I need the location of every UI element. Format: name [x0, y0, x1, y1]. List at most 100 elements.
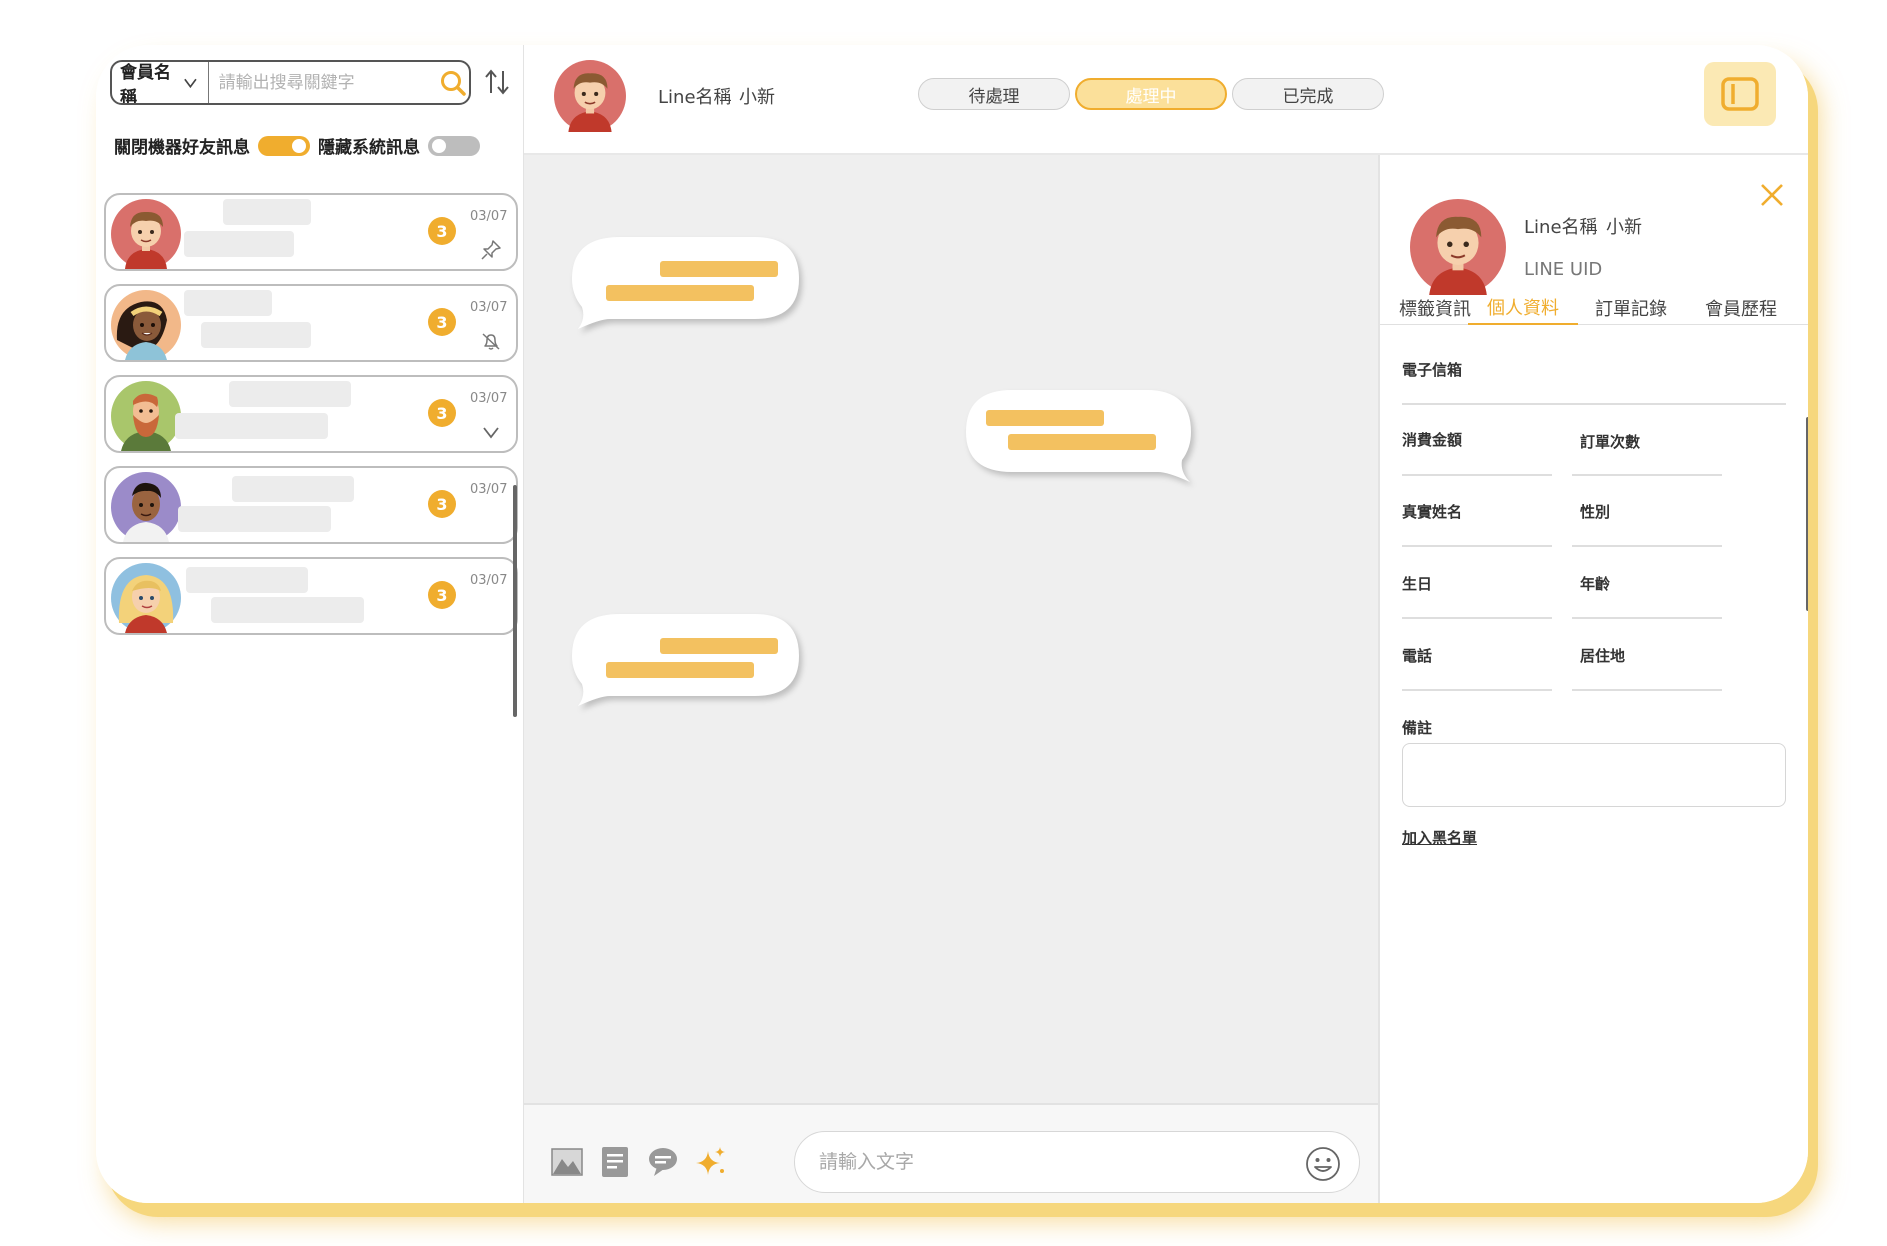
status-tabs: 待處理 處理中 已完成	[918, 78, 1389, 110]
age-label: 年齡	[1580, 575, 1611, 593]
app-window: 會員名稱 關閉機器好友訊息 隱藏系統訊息	[96, 45, 1808, 1203]
note-icon[interactable]	[598, 1145, 632, 1179]
message-placeholder	[184, 231, 294, 257]
name-placeholder	[229, 381, 351, 407]
pin-icon[interactable]	[480, 239, 502, 261]
avatar	[111, 563, 181, 633]
phone-field[interactable]	[1402, 689, 1552, 691]
conversation-item[interactable]: 3 03/07	[104, 375, 518, 453]
close-icon[interactable]	[1758, 181, 1786, 209]
gender-field[interactable]	[1572, 545, 1722, 547]
message-composer	[524, 1103, 1378, 1203]
conversation-date: 03/07	[470, 209, 508, 224]
order-count-label: 訂單次數	[1580, 433, 1641, 451]
tab-personal-info[interactable]: 個人資料	[1468, 291, 1578, 325]
system-message-toggle[interactable]	[428, 135, 480, 156]
conversation-item[interactable]: 3 03/07	[104, 466, 518, 544]
toggle-panel-button[interactable]	[1704, 62, 1776, 126]
unread-badge: 3	[428, 490, 456, 518]
conversation-date: 03/07	[470, 482, 508, 497]
line-name-value: 小新	[739, 87, 775, 108]
profile-scrollbar[interactable]	[1806, 417, 1808, 611]
chat-header: Line名稱 小新 待處理 處理中 已完成	[524, 45, 1808, 155]
unread-badge: 3	[428, 399, 456, 427]
message-placeholder	[175, 413, 328, 439]
tab-orders[interactable]: 訂單記錄	[1576, 291, 1686, 325]
bot-message-toggle[interactable]	[258, 135, 310, 156]
avatar	[111, 472, 181, 542]
unread-badge: 3	[428, 217, 456, 245]
search-button[interactable]	[438, 62, 469, 103]
chevron-down-icon	[184, 78, 197, 88]
gender-label: 性別	[1580, 503, 1611, 521]
spend-label: 消費金額	[1402, 431, 1463, 449]
residence-field[interactable]	[1572, 689, 1722, 691]
chat-bubble-icon[interactable]	[646, 1145, 680, 1179]
unread-badge: 3	[428, 308, 456, 336]
conversation-list: 3 03/07 3 03/07 3 03/07 3 03/07 3 03/07	[104, 193, 518, 648]
chevron-down-icon[interactable]	[480, 421, 502, 443]
real-name-field[interactable]	[1402, 545, 1552, 547]
search-field-select[interactable]: 會員名稱	[112, 62, 209, 103]
sidebar-scrollbar[interactable]	[513, 485, 517, 717]
tab-pending[interactable]: 待處理	[918, 78, 1070, 110]
profile-name-label: Line名稱	[1524, 217, 1598, 238]
avatar	[554, 60, 626, 132]
birthday-label: 生日	[1402, 575, 1433, 593]
conversation-item[interactable]: 3 03/07	[104, 284, 518, 362]
message-input[interactable]	[819, 1132, 1269, 1192]
avatar	[111, 199, 181, 269]
note-label: 備註	[1402, 719, 1433, 737]
conversation-date: 03/07	[470, 573, 508, 588]
profile-name-value: 小新	[1606, 217, 1642, 238]
emoji-icon[interactable]	[1305, 1146, 1341, 1182]
message-placeholder	[178, 506, 331, 532]
unread-badge: 3	[428, 581, 456, 609]
note-textarea[interactable]	[1402, 743, 1786, 807]
tab-in-progress[interactable]: 處理中	[1075, 78, 1227, 110]
name-placeholder	[223, 199, 311, 225]
avatar	[111, 290, 181, 360]
conversation-item[interactable]: 3 03/07	[104, 193, 518, 271]
avatar	[111, 381, 181, 451]
filter-toggles: 關閉機器好友訊息 隱藏系統訊息	[114, 133, 488, 158]
bell-icon[interactable]	[480, 330, 502, 352]
message-input-wrapper	[794, 1131, 1360, 1193]
phone-label: 電話	[1402, 647, 1433, 665]
search-field-label: 會員名稱	[120, 62, 171, 105]
profile-uid-label: LINE UID	[1524, 259, 1603, 280]
panel-icon	[1721, 77, 1759, 111]
sparkle-icon[interactable]	[694, 1145, 728, 1179]
line-name-label: Line名稱	[658, 87, 732, 108]
message-placeholder	[201, 322, 311, 348]
avatar	[1410, 199, 1506, 295]
outgoing-message	[962, 386, 1197, 490]
search-icon	[441, 70, 467, 96]
birthday-field[interactable]	[1402, 617, 1552, 619]
name-placeholder	[184, 290, 272, 316]
email-field[interactable]	[1402, 403, 1786, 405]
profile-tabs: 標籤資訊 個人資料 訂單記錄 會員歷程	[1380, 291, 1808, 325]
member-profile-panel: Line名稱 小新 LINE UID 標籤資訊 個人資料 訂單記錄 會員歷程 電…	[1378, 155, 1808, 1203]
spend-field[interactable]	[1402, 474, 1552, 476]
incoming-message	[570, 233, 805, 337]
bot-toggle-label: 關閉機器好友訊息	[114, 138, 250, 158]
search-bar: 會員名稱	[110, 60, 471, 105]
tab-completed[interactable]: 已完成	[1232, 78, 1384, 110]
image-icon[interactable]	[550, 1145, 584, 1179]
system-toggle-label: 隱藏系統訊息	[318, 138, 420, 158]
tab-member-history[interactable]: 會員歷程	[1686, 291, 1796, 325]
conversation-item[interactable]: 3 03/07	[104, 557, 518, 635]
residence-label: 居住地	[1580, 647, 1626, 665]
age-field[interactable]	[1572, 617, 1722, 619]
name-placeholder	[186, 567, 308, 593]
message-placeholder	[211, 597, 364, 623]
search-input[interactable]	[208, 62, 438, 103]
order-count-field[interactable]	[1572, 474, 1722, 476]
email-label: 電子信箱	[1402, 361, 1463, 379]
conversation-date: 03/07	[470, 391, 508, 406]
name-placeholder	[232, 476, 354, 502]
sort-icon[interactable]	[482, 67, 512, 97]
incoming-message	[570, 610, 805, 714]
add-to-blacklist-link[interactable]: 加入黑名單	[1402, 827, 1477, 848]
